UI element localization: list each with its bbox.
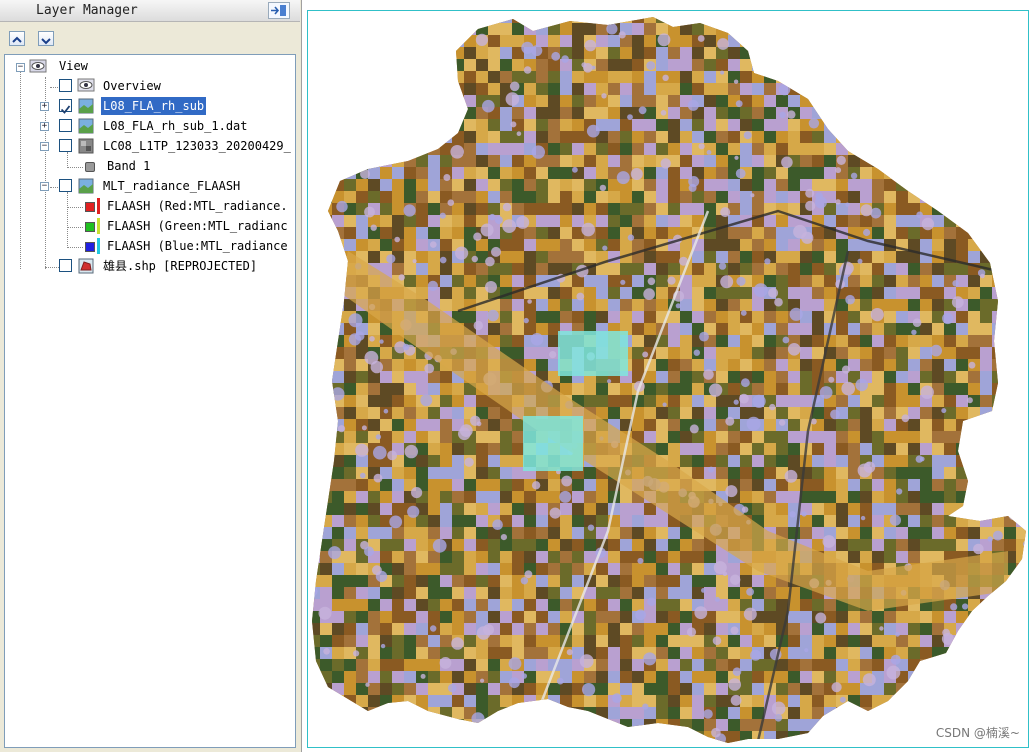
- tree-line: [67, 207, 83, 208]
- satellite-image: [312, 17, 1026, 743]
- band-bar: [97, 238, 100, 254]
- tree-item-band[interactable]: Band 1: [105, 157, 152, 175]
- tree-item-band[interactable]: FLAASH (Blue:MTL_radiance: [105, 237, 290, 255]
- arrow-up-icon[interactable]: [9, 31, 25, 46]
- tree-line: [67, 227, 83, 228]
- tree-line: [67, 167, 83, 168]
- tree-item-overview[interactable]: Overview: [101, 77, 163, 95]
- red-band-icon: [85, 202, 95, 212]
- expand-toggle[interactable]: +: [40, 102, 49, 111]
- tree-root-view[interactable]: View: [57, 57, 90, 75]
- layer-checkbox[interactable]: [59, 179, 72, 192]
- collapse-toggle[interactable]: −: [40, 182, 49, 191]
- layer-tree: − View Overview + L08_FLA_rh_sub + L08_F…: [4, 54, 296, 748]
- tree-item-layer[interactable]: L08_FLA_rh_sub_1.dat: [101, 117, 250, 135]
- tree-item-layer[interactable]: L08_FLA_rh_sub: [101, 97, 207, 115]
- layer-manager-panel: Layer Manager − View Overview + L08_FLA_…: [0, 0, 302, 752]
- blue-band-icon: [85, 242, 95, 252]
- tree-item-band[interactable]: FLAASH (Green:MTL_radianc: [105, 217, 290, 235]
- panel-header: Layer Manager: [0, 0, 300, 22]
- band-bar: [97, 198, 100, 214]
- tree-item-layer[interactable]: LC08_L1TP_123033_20200429_: [101, 137, 293, 155]
- collapse-toggle[interactable]: −: [16, 63, 25, 72]
- layer-checkbox[interactable]: [59, 259, 72, 272]
- eye-icon: [77, 77, 95, 93]
- tree-line: [20, 71, 21, 269]
- panel-title: Layer Manager: [36, 3, 138, 18]
- band-bar: [97, 218, 100, 234]
- raster-layer-icon: [78, 98, 94, 114]
- layer-checkbox[interactable]: [59, 139, 72, 152]
- raster-layer-icon: [78, 178, 94, 194]
- vector-layer-icon: [78, 258, 94, 274]
- tree-item-layer[interactable]: MLT_radiance_FLAASH: [101, 177, 242, 195]
- tree-line: [67, 247, 83, 248]
- band-swatch-icon: [85, 162, 95, 172]
- overview-checkbox[interactable]: [59, 79, 72, 92]
- eye-icon: [29, 58, 47, 74]
- expand-toggle[interactable]: +: [40, 122, 49, 131]
- watermark-text: CSDN @楠溪~: [935, 726, 1020, 740]
- tree-line: [67, 192, 68, 248]
- layer-checkbox[interactable]: [59, 99, 72, 114]
- dock-icon[interactable]: [268, 2, 290, 19]
- tree-item-band[interactable]: FLAASH (Red:MTL_radiance.: [105, 197, 290, 215]
- map-view[interactable]: CSDN @楠溪~: [307, 10, 1029, 748]
- tree-item-layer[interactable]: 雄县.shp [REPROJECTED]: [101, 257, 259, 275]
- grayscale-layer-icon: [78, 138, 94, 154]
- collapse-toggle[interactable]: −: [40, 142, 49, 151]
- layer-checkbox[interactable]: [59, 119, 72, 132]
- green-band-icon: [85, 222, 95, 232]
- tree-line: [67, 152, 68, 168]
- raster-layer-icon: [78, 118, 94, 134]
- arrow-down-icon[interactable]: [38, 31, 54, 46]
